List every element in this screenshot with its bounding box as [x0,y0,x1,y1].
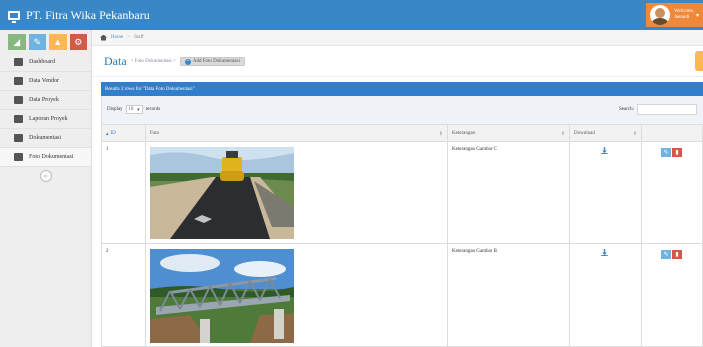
cogs-shortcut-button[interactable]: ⚙ [69,34,87,50]
breadcrumb: Home > Staff [92,30,703,46]
download-icon[interactable] [601,147,608,154]
page-title: Data [104,54,127,68]
cell-actions: ✎ ▮ [642,244,703,346]
dashboard-icon [14,58,23,66]
trash-icon: ▮ [675,150,679,156]
download-icon[interactable] [601,249,608,256]
breadcrumb-home-link[interactable]: Home [111,35,123,40]
table-row: 1 Keterangan Gambar C ✎ ▮ [101,142,703,244]
column-header-download[interactable]: Download ⇕ [570,125,642,142]
edit-button[interactable]: ✎ [661,250,671,259]
sort-asc-icon: ▴ [106,131,109,137]
cell-actions: ✎ ▮ [642,142,703,243]
results-header: Results 2 rows for "Data Foto Dokumentas… [101,82,703,96]
column-header-id[interactable]: ▴ ID [102,125,146,142]
sidebar-item-dashboard[interactable]: Dashboard [0,53,91,72]
cell-download [570,142,642,243]
pencil-icon: ✎ [33,36,42,47]
sidebar-item-label: Dokumentasi [29,135,61,141]
delete-button[interactable]: ▮ [672,250,682,259]
table-search: Search: [619,104,697,115]
cell-foto [146,244,448,346]
avatar [650,5,670,25]
trash-icon: ▮ [675,252,679,258]
picture-icon [14,153,23,161]
sidebar-item-laporan-proyek[interactable]: Laporan Proyek [0,110,91,129]
sidebar: ◢ ✎ ▲ ⚙ Dashboard Data Vendor Data Proye… [0,30,92,347]
sidebar-item-data-vendor[interactable]: Data Vendor [0,72,91,91]
pencil-icon: ✎ [663,150,669,156]
add-foto-button[interactable]: + Add Foto Dokumentasi [179,57,245,66]
app-title: PT. Fitra Wika Pekanbaru [26,7,150,22]
warning-shortcut-button[interactable]: ▲ [49,34,67,50]
sidebar-item-dokumentasi[interactable]: Dokumentasi [0,129,91,148]
cell-foto [146,142,448,243]
display-label: Display [107,107,123,112]
table-row: 2 Keterangan Gambar B ✎ ▮ [101,244,703,347]
edit-button[interactable]: ✎ [661,148,671,157]
sidebar-shortcuts: ◢ ✎ ▲ ⚙ [0,30,91,53]
pencil-shortcut-button[interactable]: ✎ [28,34,46,50]
top-navbar: PT. Fitra Wika Pekanbaru Welcome, Jaenud… [0,0,703,30]
chevron-down-icon: ▾ [137,107,140,113]
truck-icon [14,77,23,85]
column-header-foto[interactable]: Foto ⇕ [146,125,448,142]
road-paving-photo[interactable] [150,147,294,239]
book-icon [14,115,23,123]
pencil-icon: ✎ [663,252,669,258]
sidebar-collapse-button[interactable]: « [39,170,52,182]
page-length-control: Display 10 ▾ records [107,105,160,114]
user-name: Jaenudi [674,15,690,20]
plus-icon: + [184,58,191,65]
wrench-icon [14,96,23,104]
sidebar-item-data-proyek[interactable]: Data Proyek [0,91,91,110]
brand[interactable]: PT. Fitra Wika Pekanbaru [8,7,150,23]
page-header: Data > Foto Dokumentasi > + Add Foto Dok… [92,47,703,77]
user-greeting: Welcome, [674,9,695,14]
sort-icon: ⇕ [632,131,637,137]
cell-keterangan: Keterangan Gambar C [448,142,570,243]
page-subtitle: > Foto Dokumentasi > [130,59,176,64]
sidebar-item-label: Data Proyek [29,97,59,103]
sidebar-item-label: Data Vendor [29,78,60,84]
sidebar-nav: Dashboard Data Vendor Data Proyek Lapora… [0,53,91,167]
settings-tab[interactable] [695,51,703,71]
steel-bridge-photo[interactable] [150,249,294,343]
search-input[interactable] [637,104,697,115]
sidebar-item-foto-dokumentasi[interactable]: Foto Dokumentasi [0,148,91,167]
breadcrumb-current: Staff [134,35,144,40]
road-paving-image [150,147,294,239]
desktop-icon [8,10,20,23]
sort-icon: ⇕ [438,131,443,137]
signal-shortcut-button[interactable]: ◢ [8,34,26,50]
column-header-keterangan[interactable]: Keterangan ⇕ [448,125,570,142]
warning-icon: ▲ [53,37,63,47]
search-label: Search: [619,107,634,112]
sort-icon: ⇕ [560,131,565,137]
delete-button[interactable]: ▮ [672,148,682,157]
breadcrumb-separator: > [127,35,131,40]
add-foto-label: Add Foto Dokumentasi [192,59,240,64]
cell-id: 1 [102,142,146,243]
cell-keterangan: Keterangan Gambar B [448,244,570,346]
column-header-actions [642,125,703,142]
signal-icon: ◢ [13,36,21,47]
home-icon [100,34,107,41]
page-length-value: 10 [128,107,134,112]
sidebar-item-label: Foto Dokumentasi [29,154,74,160]
cogs-icon: ⚙ [74,36,83,47]
file-icon [14,134,23,142]
sidebar-item-label: Laporan Proyek [29,116,68,122]
table-header: ▴ ID Foto ⇕ Keterangan ⇕ Download ⇕ [101,124,703,142]
sidebar-item-label: Dashboard [29,59,55,65]
table-controls: Display 10 ▾ records Search: [101,96,703,124]
results-text: Results 2 rows for "Data Foto Dokumentas… [105,86,195,92]
cell-download [570,244,642,346]
records-label: records [145,107,161,112]
page-length-select[interactable]: 10 ▾ [125,105,143,114]
user-menu[interactable]: Welcome, Jaenudi ▾ [646,3,703,27]
caret-down-icon: ▾ [696,12,700,19]
steel-bridge-image [150,249,294,343]
cell-id: 2 [102,244,146,346]
